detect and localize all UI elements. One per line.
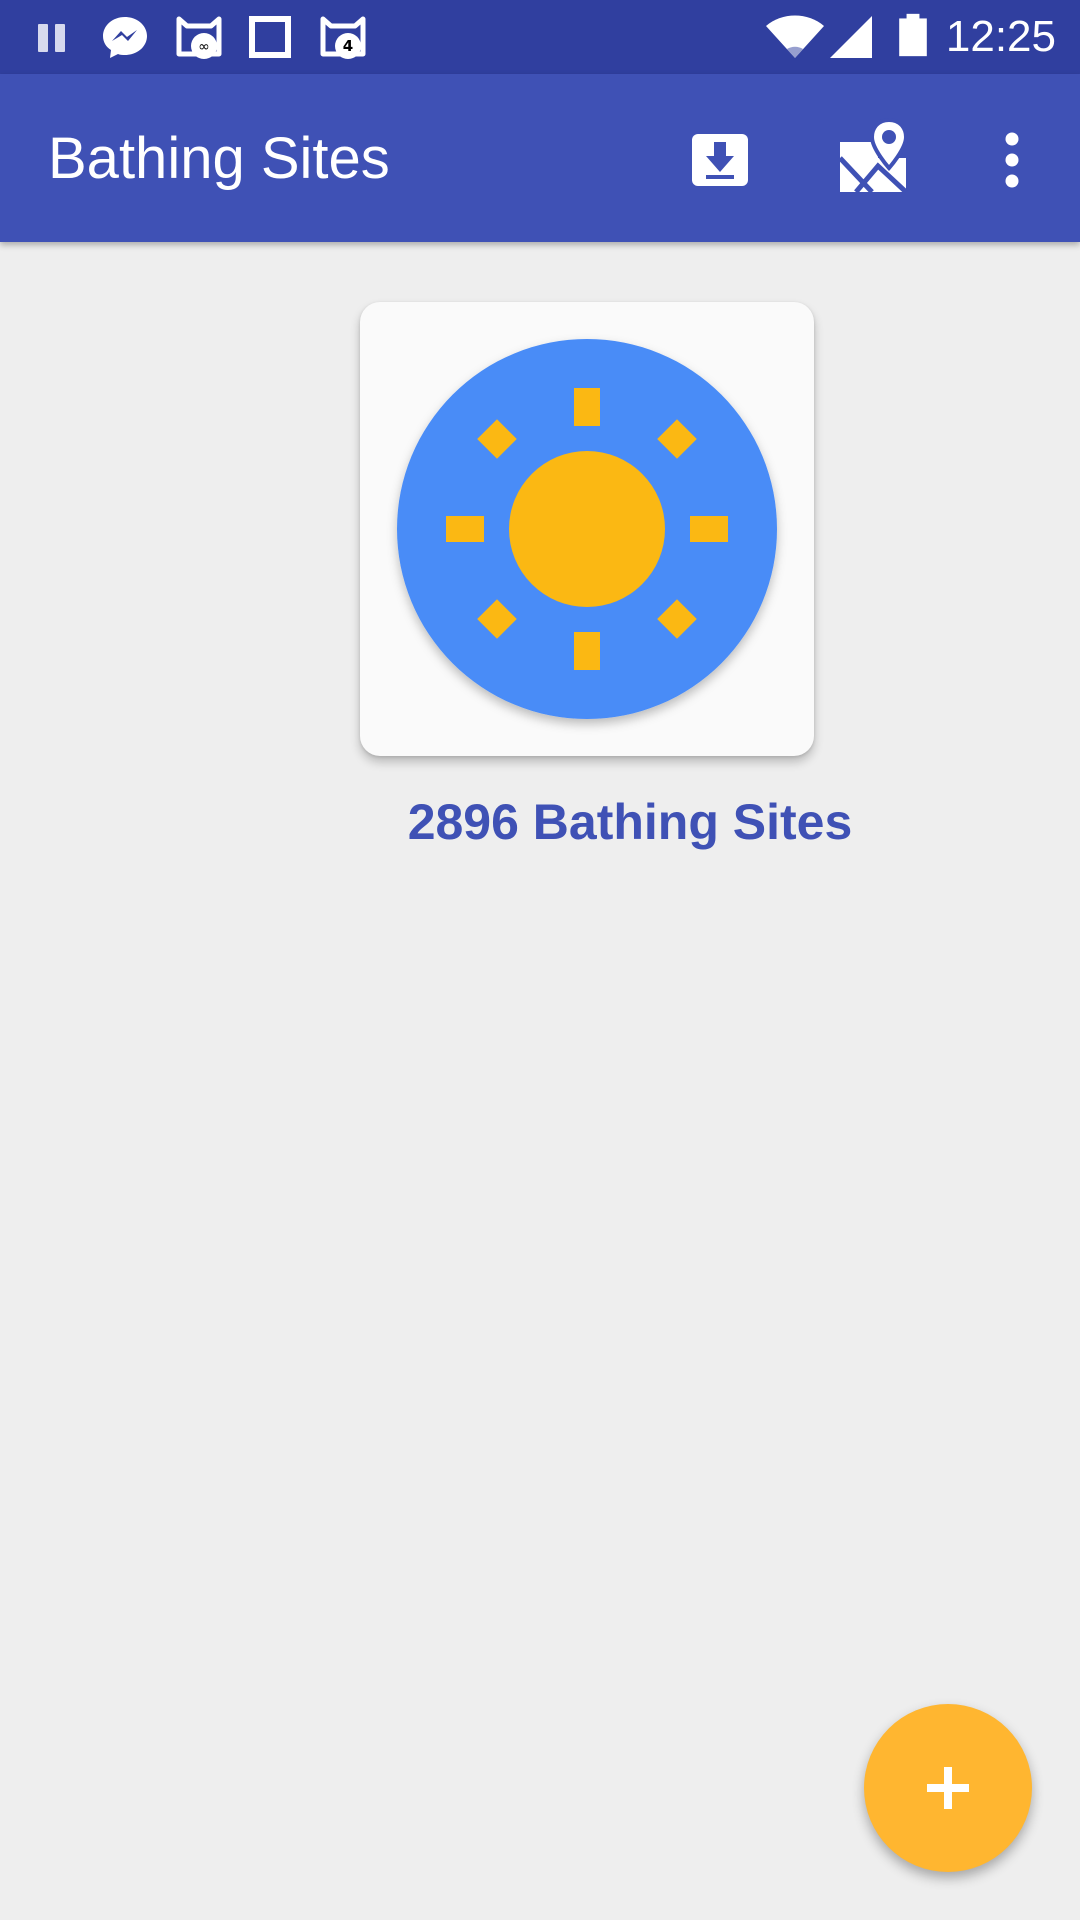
map-pin-icon xyxy=(838,117,909,194)
status-bar: ∞ 4 12:25 xyxy=(0,0,1080,74)
bathing-sites-tile[interactable] xyxy=(360,302,814,756)
square-icon xyxy=(249,16,291,58)
pause-icon xyxy=(38,24,68,52)
app-bar: Bathing Sites xyxy=(0,74,1080,242)
cell-signal-icon xyxy=(830,16,872,58)
add-button[interactable] xyxy=(864,1704,1032,1872)
download-button[interactable] xyxy=(690,130,750,190)
bathing-sites-count-label[interactable]: 2896 Bathing Sites xyxy=(300,788,960,856)
cat-notification-4-icon: 4 xyxy=(320,16,366,59)
map-button[interactable] xyxy=(836,117,912,194)
download-icon xyxy=(692,134,748,186)
clock: 12:25 xyxy=(945,12,1056,61)
svg-text:4: 4 xyxy=(343,37,353,55)
more-vert-icon xyxy=(1005,132,1019,188)
svg-text:∞: ∞ xyxy=(198,39,210,55)
sun-icon xyxy=(397,339,777,719)
more-options-button[interactable] xyxy=(996,130,1028,190)
messenger-icon xyxy=(103,17,147,58)
page-title: Bathing Sites xyxy=(48,126,390,191)
wifi-icon xyxy=(766,15,824,58)
battery-icon xyxy=(899,13,927,57)
plus-icon xyxy=(927,1767,969,1809)
cat-notification-icon: ∞ xyxy=(176,16,222,59)
